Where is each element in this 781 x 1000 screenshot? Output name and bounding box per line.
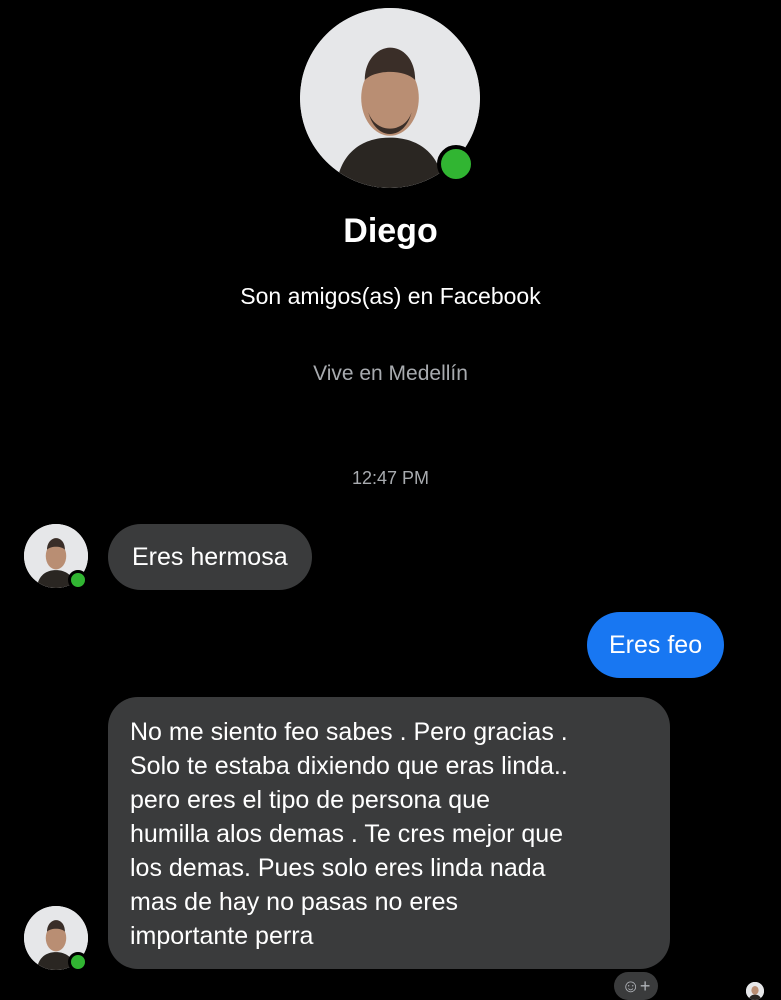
online-status-indicator	[68, 570, 88, 590]
profile-header: Diego Son amigos(as) en Facebook Vive en…	[0, 0, 781, 400]
profile-name[interactable]: Diego	[0, 212, 781, 251]
incoming-message-bubble[interactable]: Eres hermosa	[108, 524, 312, 590]
profile-location: Vive en Medellín	[313, 362, 468, 385]
message-timestamp: 12:47 PM	[351, 468, 430, 488]
seen-avatar-icon	[746, 982, 764, 1000]
online-status-indicator	[437, 145, 475, 183]
incoming-message-bubble[interactable]: No me siento feo sabes . Pero gracias . …	[108, 697, 670, 969]
friendship-status: Son amigos(as) en Facebook	[240, 283, 541, 309]
online-status-indicator	[68, 952, 88, 972]
outgoing-message-bubble[interactable]: Eres feo	[587, 612, 725, 678]
add-reaction-icon[interactable]: ☺+	[614, 972, 658, 1000]
